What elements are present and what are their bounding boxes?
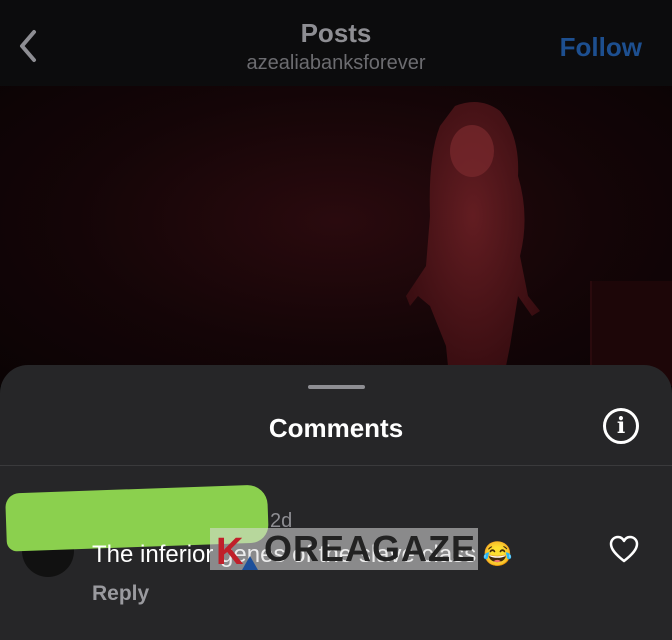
watermark-text: OREAGAZE xyxy=(262,528,479,570)
info-icon[interactable]: i xyxy=(603,408,639,444)
watermark-logo: K xyxy=(210,528,262,570)
follow-button[interactable]: Follow xyxy=(560,32,642,63)
top-nav-bar: Posts azealiabanksforever Follow xyxy=(0,0,672,86)
watermark: K OREAGAZE xyxy=(210,528,479,570)
sheet-grabber[interactable] xyxy=(308,385,365,389)
divider xyxy=(0,465,672,466)
comments-title: Comments xyxy=(268,413,404,443)
performer-silhouette xyxy=(406,102,540,386)
comments-sheet: Comments i 2d The inferior genes of the … xyxy=(0,365,672,640)
reply-button[interactable]: Reply xyxy=(92,582,149,606)
watermark-logo-letter: K xyxy=(216,531,244,570)
post-video[interactable] xyxy=(0,86,672,386)
heart-outline-icon[interactable] xyxy=(609,535,639,563)
